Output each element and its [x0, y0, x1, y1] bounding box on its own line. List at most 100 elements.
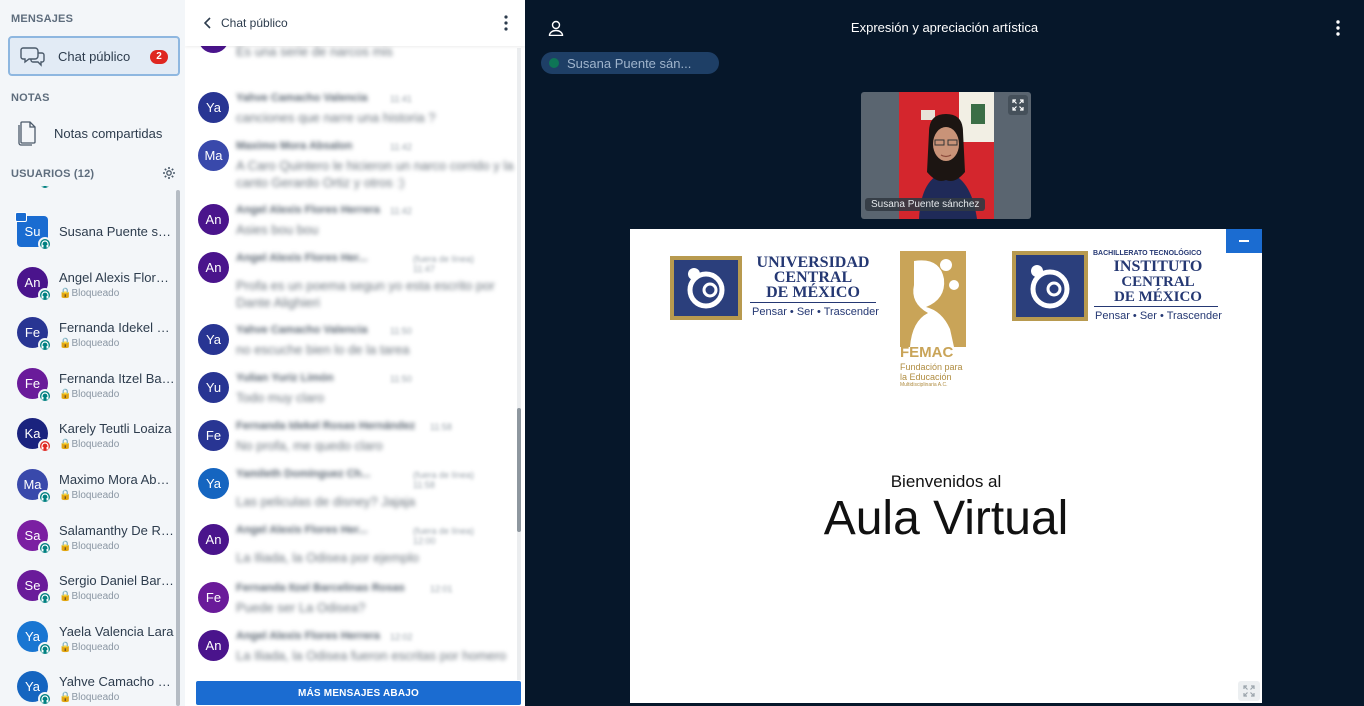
more-options-icon[interactable] [499, 14, 513, 32]
user-name: Fernanda Idekel Rosas Hernández [59, 320, 175, 335]
message-time: 11:42 [390, 206, 412, 216]
chat-message: An Angel Alexis Flores Her... (fuera de lí… [185, 250, 519, 310]
user-row[interactable]: Sa Salamanthy De Rosas 🔒Bloqueado [0, 511, 176, 561]
minimize-presentation-button[interactable] [1226, 229, 1262, 253]
chat-title[interactable]: Chat público [221, 16, 288, 30]
user-locked-status: 🔒Bloqueado [59, 490, 120, 501]
message-sender: Yamileth Domínguez Ch... [236, 468, 371, 480]
chat-bubbles-icon [20, 43, 46, 69]
users-scrollbar[interactable] [176, 190, 180, 706]
ucm-divider [750, 302, 876, 303]
webcam-tile[interactable]: Susana Puente sánchez [861, 92, 1031, 219]
user-row[interactable]: Fe Fernanda Idekel Rosas Hernández 🔒Bloque… [0, 308, 176, 358]
message-sender: Angel Alexis Flores Herrera [236, 630, 380, 642]
talking-indicator[interactable]: Susana Puente sán... [541, 52, 719, 74]
avatar: Ka [17, 418, 52, 453]
chat-scrollbar-thumb[interactable] [517, 408, 521, 532]
message-sender: Yahve Camacho Valencia [236, 324, 368, 336]
user-row[interactable]: Su Susana Puente sánchez [0, 207, 176, 257]
avatar-initials: Ka [24, 426, 41, 441]
main-area: Expresión y apreciación artística Susana… [525, 0, 1364, 706]
minus-icon [1239, 240, 1249, 242]
user-row[interactable]: Ka Karely Teutli Loaiza 🔒Bloqueado [0, 409, 176, 459]
chat-panel: Chat público An(línea)Es una serie de na… [185, 0, 525, 706]
avatar: Sa [17, 520, 52, 555]
user-locked-status: 🔒Bloqueado [59, 389, 120, 400]
chat-messages[interactable]: An(línea)Es una serie de narcos misYaYah… [185, 30, 519, 680]
user-row[interactable]: Se Sergio Daniel Barrera 🔒Bloqueado [0, 561, 176, 611]
shared-notes-label: Notas compartidas [54, 125, 163, 141]
ucm-tagline: Pensar • Ser • Trascender [752, 306, 879, 318]
user-name: Maximo Mora Absalon [59, 472, 175, 487]
expand-icon[interactable] [1008, 95, 1028, 115]
message-text: A Caro Quintero le hicieron un narco cor… [236, 158, 514, 190]
user-locked-status: 🔒Bloqueado [59, 338, 120, 349]
user-list-panel: MENSAJES Chat público 2 NOTAS Notas comp… [0, 0, 185, 706]
user-locked-status: 🔒Bloqueado [59, 692, 120, 703]
icm-tagline: Pensar • Ser • Trascender [1095, 310, 1222, 322]
users-list[interactable]: Su Susana Puente sánchez An Angel Alexis Fl… [0, 186, 185, 706]
presentation-slide[interactable]: UNIVERSIDAD CENTRAL DE MÉXICO Pensar • S… [630, 229, 1262, 703]
femac-sub3: Multidisciplinaria A.C. [900, 382, 948, 388]
welcome-title: Aula Virtual [823, 492, 1069, 545]
headphones-icon [38, 237, 52, 251]
avatar: An [17, 267, 52, 302]
user-row[interactable]: Fe Fernanda Itzel Barcelinas Rosas 🔒Bloque… [0, 359, 176, 409]
avatar: Ya [17, 621, 52, 656]
meeting-title: Expresión y apreciación artística [850, 20, 1039, 35]
message-text: No profa, me quedo claro [236, 438, 383, 453]
user-name: Angel Alexis Flores Herrera [59, 270, 175, 285]
avatar: Ma [17, 469, 52, 504]
ucm-emblem-icon [670, 256, 742, 320]
more-messages-button[interactable]: MÁS MENSAJES ABAJO [196, 681, 521, 705]
shared-notes-item[interactable]: Notas compartidas [8, 116, 180, 150]
chat-message: Ya Yamileth Domínguez Ch... (fuera de líne… [185, 466, 519, 526]
user-row[interactable]: Ya Yaela Valencia Lara 🔒Bloqueado [0, 612, 176, 662]
message-avatar: An [198, 630, 229, 661]
message-time: 12:02 [390, 632, 413, 642]
user-row[interactable]: Ya Yahve Camacho Valencia 🔒Bloqueado [0, 662, 176, 706]
femac-sub1: Fundación para [900, 362, 963, 372]
user-name: Yaela Valencia Lara [59, 624, 174, 639]
message-avatar: Ya [198, 324, 229, 355]
message-avatar: Fe [198, 420, 229, 451]
headphones-icon [38, 338, 52, 352]
microphone-muted-icon [38, 439, 52, 453]
chat-scrollbar-track[interactable] [517, 48, 521, 680]
user-row[interactable] [0, 186, 176, 196]
talking-name: Susana Puente sán... [567, 55, 692, 71]
message-text: La Iliada, la Odisea fueron escritas por… [236, 648, 507, 663]
message-sender: Maximo Mora Absalon [236, 140, 353, 152]
message-time: 11:50 [390, 374, 412, 384]
public-chat-item[interactable]: Chat público 2 [8, 36, 180, 76]
message-text: Puede ser La Odisea? [236, 600, 366, 615]
headphones-icon [38, 186, 52, 190]
icm-emblem-icon [1012, 251, 1088, 321]
message-sender: Angel Alexis Flores Her... [236, 252, 368, 264]
message-sender: Fernanda Itzel Barcelinas Rosas [236, 582, 405, 594]
message-avatar: Fe [198, 582, 229, 613]
message-time: (fuera de línea) 12:00 [413, 526, 475, 546]
message-avatar: An [198, 524, 229, 555]
chevron-left-icon[interactable] [201, 16, 215, 30]
icm-name-line1: INSTITUTO [1113, 258, 1203, 275]
notes-document-icon [14, 120, 40, 146]
fullscreen-icon[interactable] [1238, 681, 1260, 701]
avatar: Fe [17, 317, 52, 352]
avatar-initials: Se [24, 578, 41, 593]
femac-sub2: la Educación [900, 372, 952, 382]
icm-name-line2: CENTRAL [1121, 274, 1195, 290]
more-options-icon[interactable] [1331, 18, 1345, 38]
avatar: Ya [17, 671, 52, 706]
message-text: canciones que narre una historia ? [236, 110, 436, 125]
avatar: Se [17, 570, 52, 605]
user-locked-status: 🔒Bloqueado [59, 642, 120, 653]
gear-icon[interactable] [161, 165, 177, 181]
messages-section-title: MENSAJES [11, 13, 74, 25]
message-avatar: Yu [198, 372, 229, 403]
message-text: Asies bou bou [236, 222, 319, 237]
avatar-initials: Fe [24, 376, 41, 391]
user-row[interactable]: Ma Maximo Mora Absalon 🔒Bloqueado [0, 460, 176, 510]
message-text: La Iliada, la Odisea por ejemplo [236, 550, 419, 565]
user-row[interactable]: An Angel Alexis Flores Herrera 🔒Bloqueado [0, 258, 176, 308]
